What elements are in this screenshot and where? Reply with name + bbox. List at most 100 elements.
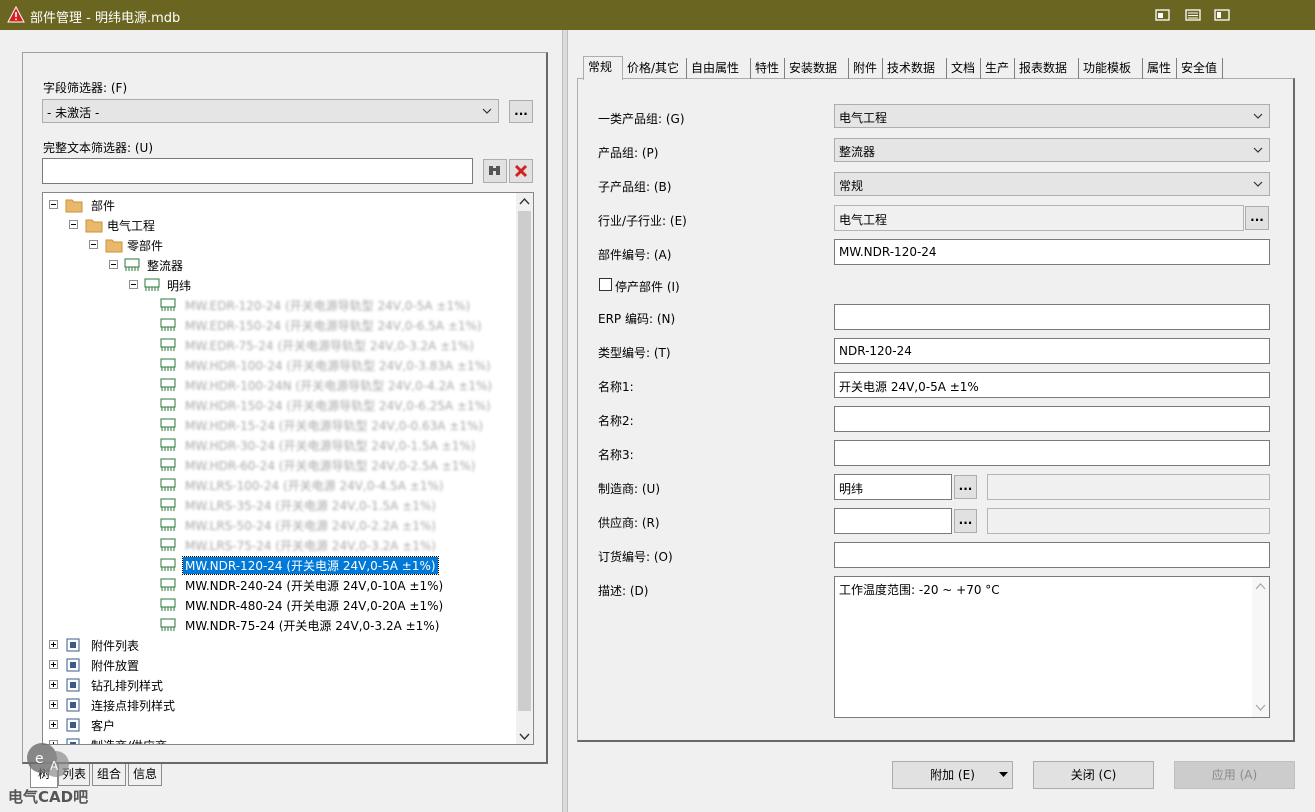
close-button[interactable]: 关闭 (C) xyxy=(1033,761,1154,789)
tab-6[interactable]: 技术数据 xyxy=(883,58,947,79)
tab-9[interactable]: 报表数据 xyxy=(1015,58,1079,79)
product-group-select[interactable]: 整流器 xyxy=(834,138,1270,162)
supplier-more-button[interactable]: ... xyxy=(954,509,977,533)
description-scrollbar[interactable] xyxy=(1252,577,1269,717)
industry-label: 行业/子行业: (E) xyxy=(598,214,687,228)
part-icon xyxy=(160,358,176,371)
sub-group-select[interactable]: 常规 xyxy=(834,172,1270,196)
expand-icon[interactable] xyxy=(49,720,58,729)
scroll-down-icon[interactable] xyxy=(519,731,530,741)
part-icon xyxy=(160,598,176,611)
scroll-thumb[interactable] xyxy=(518,211,531,711)
drill-pattern-icon xyxy=(66,678,80,692)
name1-input[interactable]: 开关电源 24V,0-5A ±1% xyxy=(834,372,1270,398)
part-icon xyxy=(160,518,176,531)
name2-input[interactable] xyxy=(834,406,1270,432)
folder-icon xyxy=(105,239,123,253)
part-icon xyxy=(160,558,176,571)
part-icon xyxy=(160,438,176,451)
search-button[interactable] xyxy=(483,159,507,183)
accessory-list-icon xyxy=(66,638,80,652)
field-filter-more-button[interactable]: ... xyxy=(509,100,533,123)
tab-info[interactable]: 信息 xyxy=(128,764,162,786)
part-icon xyxy=(160,298,176,311)
supplier-label: 供应商: (R) xyxy=(598,516,660,530)
list-icon xyxy=(1185,9,1201,21)
tree-part-label: MW.HDR-150-24 (开关电源导轨型 24V,0-6.25A ±1%) xyxy=(185,399,491,413)
expand-icon[interactable] xyxy=(49,700,58,709)
dropdown-arrow-icon[interactable] xyxy=(999,772,1008,778)
tree-part-label: MW.EDR-150-24 (开关电源导轨型 24V,0-6.5A ±1%) xyxy=(185,319,482,333)
tab-0[interactable]: 常规 xyxy=(583,56,623,80)
order-number-input[interactable] xyxy=(834,542,1270,568)
text-filter-input[interactable] xyxy=(42,158,473,184)
clear-filter-button[interactable] xyxy=(509,159,533,183)
restore-window-button[interactable] xyxy=(1152,5,1174,25)
part-group-icon xyxy=(144,278,160,291)
tree-part-label: MW.LRS-35-24 (开关电源 24V,0-1.5A ±1%) xyxy=(185,499,436,513)
part-number-input[interactable]: MW.NDR-120-24 xyxy=(834,239,1270,265)
discontinued-checkbox[interactable] xyxy=(599,278,612,291)
tab-4[interactable]: 安装数据 xyxy=(785,58,849,79)
chevron-down-icon xyxy=(1253,181,1263,187)
collapse-icon[interactable] xyxy=(109,260,118,269)
tab-10[interactable]: 功能模板 xyxy=(1079,58,1143,79)
panel-view-button[interactable] xyxy=(1211,5,1233,25)
supplier-input[interactable] xyxy=(834,508,952,534)
panel-splitter[interactable] xyxy=(562,30,568,812)
tree-part-label: MW.NDR-240-24 (开关电源 24V,0-10A ±1%) xyxy=(185,579,444,593)
part-icon xyxy=(160,498,176,511)
product-group1-select[interactable]: 电气工程 xyxy=(834,104,1270,128)
tab-7[interactable]: 文档 xyxy=(947,58,981,79)
chevron-down-icon xyxy=(1253,113,1263,119)
type-number-input[interactable]: NDR-120-24 xyxy=(834,338,1270,364)
tree-part-label: MW.EDR-75-24 (开关电源导轨型 24V,0-3.2A ±1%) xyxy=(185,339,474,353)
product-group-label: 产品组: (P) xyxy=(598,146,659,160)
industry-field: 电气工程 xyxy=(834,205,1244,231)
expand-icon[interactable] xyxy=(49,680,58,689)
add-button[interactable]: 附加 (E) xyxy=(892,761,1013,789)
tab-8[interactable]: 生产 xyxy=(981,58,1015,79)
parts-tree[interactable]: 部件 电气工程 零部件 整流器 明纬 MW.EDR-120-24 (开关电源导轨… xyxy=(42,192,534,745)
tree-scrollbar[interactable] xyxy=(516,193,533,744)
tree-part-label: MW.HDR-60-24 (开关电源导轨型 24V,0-2.5A ±1%) xyxy=(185,459,476,473)
scroll-up-icon[interactable] xyxy=(519,197,530,207)
collapse-icon[interactable] xyxy=(49,200,58,209)
expand-icon[interactable] xyxy=(49,660,58,669)
collapse-icon[interactable] xyxy=(89,240,98,249)
apply-button[interactable]: 应用 (A) xyxy=(1174,761,1295,789)
tab-5[interactable]: 附件 xyxy=(849,58,883,79)
manufacturer-more-button[interactable]: ... xyxy=(954,475,977,499)
name3-input[interactable] xyxy=(834,440,1270,466)
tab-2[interactable]: 自由属性 xyxy=(687,58,751,79)
tab-3[interactable]: 特性 xyxy=(751,58,785,79)
scroll-down-icon[interactable] xyxy=(1255,702,1266,712)
tree-part-label: MW.NDR-120-24 (开关电源 24V,0-5A ±1%) xyxy=(182,556,439,575)
supplier-name-field xyxy=(987,508,1270,534)
industry-more-button[interactable]: ... xyxy=(1245,206,1269,230)
tab-11[interactable]: 属性 xyxy=(1143,58,1177,79)
tree-part-label: MW.NDR-480-24 (开关电源 24V,0-20A ±1%) xyxy=(185,599,444,613)
tree-group-label: 附件放置 xyxy=(91,659,140,673)
tab-1[interactable]: 价格/其它 xyxy=(623,58,687,79)
description-textarea[interactable]: 工作温度范围: -20 ~ +70 °C xyxy=(834,576,1270,718)
erp-input[interactable] xyxy=(834,304,1270,330)
tab-12[interactable]: 安全值 xyxy=(1177,58,1223,79)
tree-part-label: MW.LRS-50-24 (开关电源 24V,0-2.2A ±1%) xyxy=(185,519,436,533)
collapse-icon[interactable] xyxy=(129,280,138,289)
manufacturer-input[interactable]: 明纬 xyxy=(834,474,952,500)
expand-icon[interactable] xyxy=(49,640,58,649)
accessory-placement-icon xyxy=(66,658,80,672)
part-icon xyxy=(160,538,176,551)
chevron-down-icon xyxy=(482,108,492,114)
sub-group-label: 子产品组: (B) xyxy=(598,180,672,194)
scroll-up-icon[interactable] xyxy=(1255,582,1266,592)
window-title: 部件管理 - 明纬电源.mdb xyxy=(30,11,181,26)
tree-group-label: 钻孔排列样式 xyxy=(91,679,164,693)
chevron-down-icon xyxy=(1253,147,1263,153)
part-group-icon xyxy=(124,258,140,271)
field-filter-select[interactable]: - 未激活 - xyxy=(42,99,499,123)
collapse-icon[interactable] xyxy=(69,220,78,229)
list-view-button[interactable] xyxy=(1182,5,1204,25)
warning-app-icon xyxy=(7,6,25,23)
